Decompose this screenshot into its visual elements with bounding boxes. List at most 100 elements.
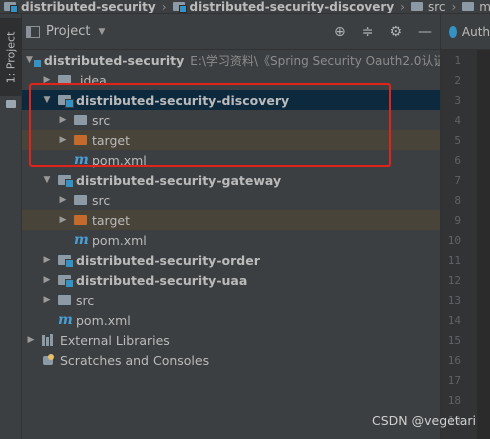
tree-item-path: E:\学习资料\《Spring Security Oauth2.0认证: [190, 53, 440, 68]
scratches-icon: [42, 354, 55, 366]
maven-icon: m: [74, 232, 89, 248]
tree-item-discovery-target[interactable]: ▶ target: [22, 130, 440, 150]
chevron-right-icon[interactable]: ▶: [26, 335, 36, 345]
editor-tab-label: Auth: [461, 24, 490, 39]
panel-actions: ⊕ ≑ ⚙ —: [334, 24, 440, 40]
editor-area: Auth 1 2 3 4 5 6 7 8 9 10 11 12 13 14 15 16 17 18 19: [440, 14, 490, 439]
chevron-down-icon[interactable]: ▼: [98, 27, 105, 37]
breadcrumb-item-main[interactable]: main: [458, 0, 490, 14]
folder-icon: [58, 295, 71, 305]
tree-item-label: Scratches and Consoles: [60, 352, 210, 368]
tree-item-label: distributed-security: [43, 52, 185, 68]
folder-icon: [74, 115, 87, 125]
chevron-right-icon[interactable]: ▶: [42, 75, 52, 85]
chevron-right-icon[interactable]: ▶: [58, 115, 68, 125]
breadcrumb: distributed-security › distributed-secur…: [0, 0, 490, 14]
tree-item-discovery-pom[interactable]: m pom.xml: [22, 150, 440, 170]
locate-file-icon[interactable]: ⊕: [334, 24, 346, 40]
module-folder-icon: [172, 2, 187, 13]
tree-item-scratches[interactable]: Scratches and Consoles: [22, 350, 440, 370]
tree-item-root[interactable]: ▼ distributed-security E:\学习资料\《Spring S…: [22, 50, 440, 70]
project-view-icon: [26, 25, 40, 38]
tree-item-uaa[interactable]: ▶ distributed-security-uaa: [22, 270, 440, 290]
line-number: 3: [454, 94, 461, 107]
tree-item-label: pom.xml: [92, 152, 147, 168]
line-number: 9: [454, 214, 461, 227]
project-tool-tab[interactable]: 1: Project: [0, 18, 22, 96]
library-icon: [42, 334, 55, 346]
module-folder-icon: [58, 275, 74, 288]
tree-item-label: target: [92, 132, 131, 148]
tree-item-order[interactable]: ▶ distributed-security-order: [22, 250, 440, 270]
excluded-folder-icon: [74, 135, 87, 145]
line-number: 10: [447, 234, 461, 247]
chevron-right-icon[interactable]: ▶: [58, 215, 68, 225]
line-number: 1: [454, 54, 461, 67]
chevron-down-icon[interactable]: ▼: [42, 95, 52, 105]
breadcrumb-item-discovery[interactable]: distributed-security-discovery: [169, 0, 399, 14]
chevron-right-icon[interactable]: ▶: [42, 275, 52, 285]
tree-item-label: src: [92, 192, 111, 208]
chevron-down-icon[interactable]: ▼: [42, 175, 52, 185]
folder-icon: [410, 2, 423, 11]
tool-window-strip: 1: Project: [0, 14, 22, 439]
chevron-down-icon[interactable]: ▼: [26, 55, 33, 65]
module-folder-icon: [58, 255, 74, 268]
chevron-right-icon[interactable]: ▶: [42, 255, 52, 265]
chevron-right-icon[interactable]: ▶: [58, 195, 68, 205]
chevron-right-icon[interactable]: ▶: [58, 135, 68, 145]
breadcrumb-label: distributed-security: [21, 0, 156, 14]
tree-item-label: src: [76, 292, 95, 308]
breadcrumb-item-root[interactable]: distributed-security: [0, 0, 160, 14]
class-icon: [449, 25, 457, 38]
project-tree: ▼ distributed-security E:\学习资料\《Spring S…: [22, 50, 440, 370]
collapse-all-icon[interactable]: ≑: [362, 24, 374, 40]
breadcrumb-label: distributed-security-discovery: [189, 0, 395, 14]
tree-item-discovery-src[interactable]: ▶ src: [22, 110, 440, 130]
line-number: 13: [447, 294, 461, 307]
tree-item-gateway[interactable]: ▼ distributed-security-gateway: [22, 170, 440, 190]
module-folder-icon: [4, 2, 18, 13]
line-number: 18: [447, 394, 461, 407]
tree-item-src[interactable]: ▶ src: [22, 290, 440, 310]
chevron-right-icon[interactable]: ▶: [42, 295, 52, 305]
tree-item-gateway-target[interactable]: ▶ target: [22, 210, 440, 230]
folder-icon: [74, 195, 87, 205]
tree-item-label: distributed-security-uaa: [76, 272, 248, 288]
breadcrumb-label: main: [479, 0, 490, 14]
tree-item-label: distributed-security-gateway: [76, 172, 282, 188]
tree-item-discovery[interactable]: ▼ distributed-security-discovery: [22, 90, 440, 110]
breadcrumb-label: src: [427, 0, 446, 14]
tree-item-label: .idea: [76, 72, 107, 88]
line-number: 7: [454, 174, 461, 187]
hide-panel-icon[interactable]: —: [418, 24, 432, 40]
tree-item-label: src: [92, 112, 111, 128]
gear-icon[interactable]: ⚙: [389, 24, 402, 40]
watermark: CSDN @vegetari: [372, 413, 476, 428]
line-number: 8: [454, 194, 461, 207]
breadcrumb-item-src[interactable]: src: [407, 0, 450, 14]
line-number: 16: [447, 354, 461, 367]
folder-icon: [462, 2, 475, 11]
maven-icon: m: [58, 312, 73, 328]
line-number: 2: [454, 74, 461, 87]
project-panel: Project ▼ ⊕ ≑ ⚙ — ▼ distributed-security…: [22, 14, 440, 439]
tree-item-label: pom.xml: [92, 232, 147, 248]
line-number: 15: [447, 334, 461, 347]
line-number: 6: [454, 154, 461, 167]
tree-item-pom[interactable]: m pom.xml: [22, 310, 440, 330]
project-view-selector[interactable]: Project: [46, 24, 90, 39]
editor-tab[interactable]: Auth: [441, 14, 490, 50]
tree-item-idea[interactable]: ▶ .idea: [22, 70, 440, 90]
folder-icon: [6, 100, 16, 108]
line-number: 12: [447, 274, 461, 287]
chevron-right-icon: ›: [400, 0, 405, 14]
line-number: 5: [454, 134, 461, 147]
project-panel-header: Project ▼ ⊕ ≑ ⚙ —: [22, 14, 440, 50]
folder-icon: [58, 75, 71, 85]
chevron-right-icon: ›: [451, 0, 457, 14]
tree-item-gateway-pom[interactable]: m pom.xml: [22, 230, 440, 250]
tree-item-external-libraries[interactable]: ▶ External Libraries: [22, 330, 440, 350]
tree-item-gateway-src[interactable]: ▶ src: [22, 190, 440, 210]
excluded-folder-icon: [74, 215, 87, 225]
